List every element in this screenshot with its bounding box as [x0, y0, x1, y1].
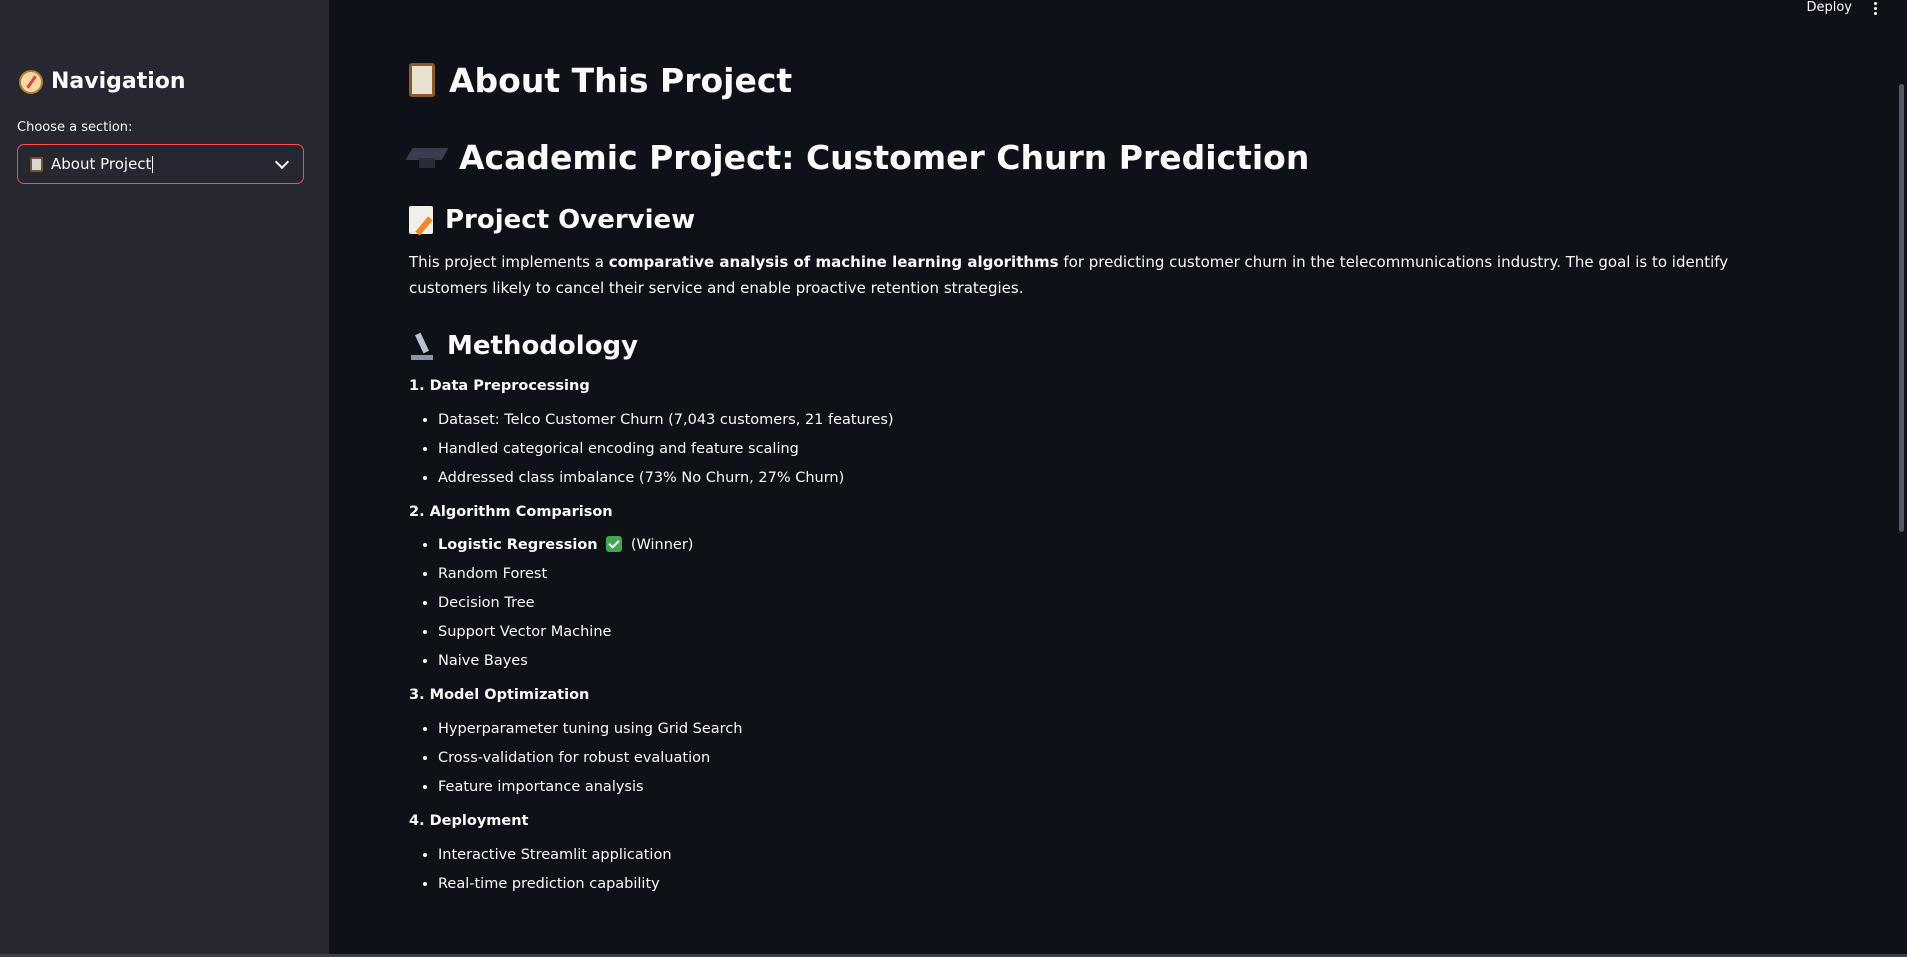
graduation-cap-icon	[409, 144, 445, 170]
overview-heading: Project Overview	[409, 199, 1809, 241]
section-select-label: Choose a section:	[17, 120, 133, 135]
clipboard-icon	[409, 63, 435, 97]
list-item: Feature importance analysis	[438, 773, 1809, 802]
list-item: Decision Tree	[438, 589, 1809, 618]
winner-name: Logistic Regression	[438, 537, 598, 553]
section-title: 3. Model Optimization	[409, 687, 590, 703]
methodology-heading: Methodology	[409, 325, 1809, 367]
memo-icon	[409, 206, 433, 234]
list-item-winner: Logistic Regression (Winner)	[438, 531, 1809, 560]
sidebar-title: Navigation	[19, 69, 186, 94]
page-title: About This Project	[409, 52, 1809, 108]
page-title-text: About This Project	[449, 60, 793, 100]
winner-suffix: (Winner)	[630, 537, 694, 553]
optimization-list: Hyperparameter tuning using Grid Search …	[409, 715, 1809, 802]
more-menu-icon[interactable]	[1874, 1, 1877, 15]
check-icon	[606, 536, 623, 552]
methodology-heading-text: Methodology	[447, 331, 639, 361]
section-title: 1. Data Preprocessing	[409, 378, 590, 394]
section-select-value: About Project	[51, 155, 152, 173]
overview-text-bold: comparative analysis of machine learning…	[608, 253, 1059, 271]
overview-paragraph: This project implements a comparative an…	[409, 249, 1809, 301]
main-content: About This Project Academic Project: Cus…	[409, 52, 1809, 899]
overview-heading-text: Project Overview	[445, 205, 696, 235]
chevron-down-icon[interactable]	[274, 154, 290, 169]
algorithm-list: Logistic Regression (Winner) Random Fore…	[409, 531, 1809, 676]
sidebar-title-text: Navigation	[51, 69, 186, 94]
compass-icon	[19, 69, 43, 94]
preprocessing-list: Dataset: Telco Customer Churn (7,043 cus…	[409, 406, 1809, 493]
list-item: Support Vector Machine	[438, 618, 1809, 647]
section-title: 4. Deployment	[409, 813, 529, 829]
app: Navigation Choose a section: About Proje…	[0, 0, 1907, 957]
list-item: Dataset: Telco Customer Churn (7,043 cus…	[438, 406, 1809, 435]
project-title: Academic Project: Customer Churn Predict…	[409, 129, 1809, 185]
overview-text-start: This project implements a	[409, 253, 609, 271]
deployment-list: Interactive Streamlit application Real-t…	[409, 841, 1809, 899]
list-item: Random Forest	[438, 560, 1809, 589]
header-toolbar: Deploy	[1806, 0, 1877, 15]
list-item: Handled categorical encoding and feature…	[438, 435, 1809, 464]
clipboard-icon	[30, 156, 43, 172]
text-cursor	[152, 155, 154, 173]
list-item: Naive Bayes	[438, 647, 1809, 676]
list-item: Interactive Streamlit application	[438, 841, 1809, 870]
deploy-button[interactable]: Deploy	[1806, 0, 1852, 15]
section-select[interactable]: About Project	[17, 144, 304, 184]
list-item: Addressed class imbalance (73% No Churn,…	[438, 464, 1809, 493]
list-item: Real-time prediction capability	[438, 870, 1809, 899]
project-title-text: Academic Project: Customer Churn Predict…	[459, 137, 1310, 177]
scrollbar[interactable]	[1899, 84, 1904, 532]
list-item: Cross-validation for robust evaluation	[438, 744, 1809, 773]
list-item: Hyperparameter tuning using Grid Search	[438, 715, 1809, 744]
section-title: 2. Algorithm Comparison	[409, 504, 613, 520]
microscope-icon	[409, 331, 435, 361]
sidebar: Navigation Choose a section: About Proje…	[0, 0, 329, 957]
